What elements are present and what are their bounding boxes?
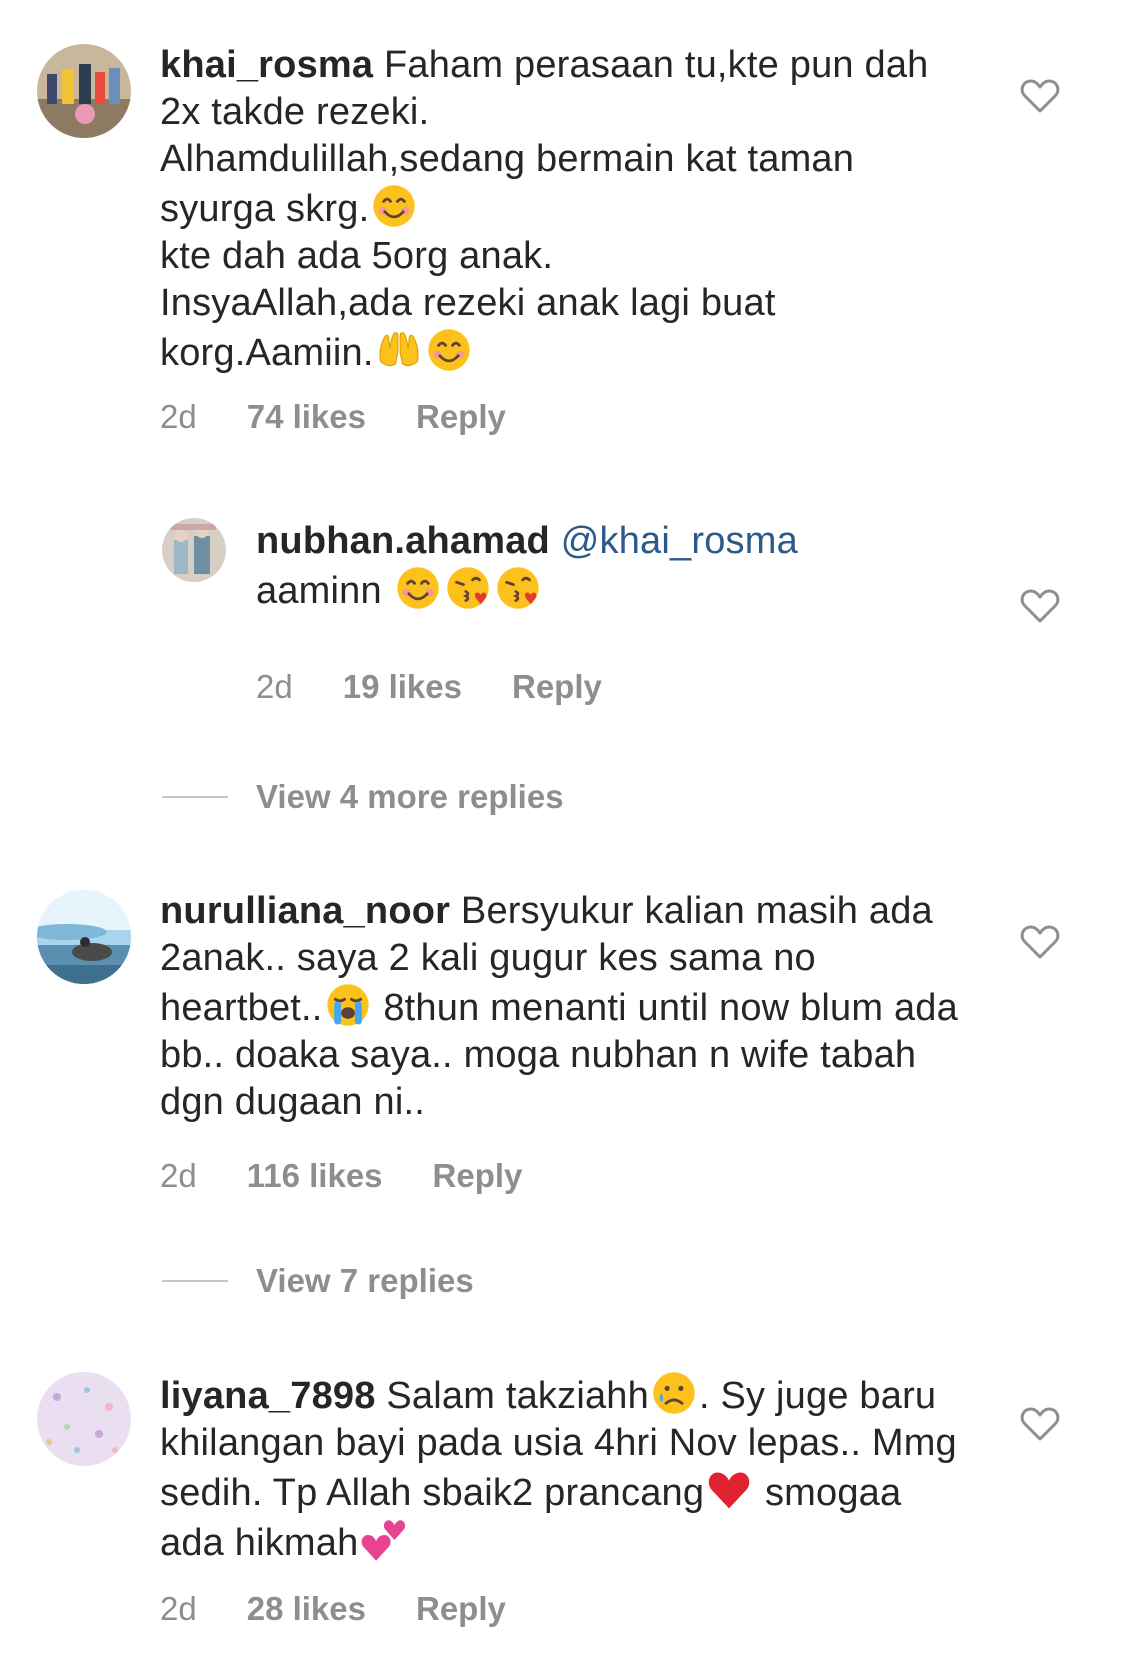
view-replies-label: View 4 more replies xyxy=(256,778,564,815)
heart-outline-icon[interactable] xyxy=(1020,1406,1060,1442)
likes-count[interactable]: 28 likes xyxy=(247,1590,366,1628)
avatar[interactable] xyxy=(37,1372,131,1466)
comment-body-continued: kte dah ada 5org anak. InsyaAllah,ada re… xyxy=(160,235,776,374)
smiling-face-emoji xyxy=(395,565,441,611)
comment-meta: 2d 19 likes Reply xyxy=(256,668,602,706)
username[interactable]: nubhan.ahamad xyxy=(256,520,550,562)
comment-text: liyana_7898 Salam takziahh. Sy juge baru… xyxy=(160,1370,960,1567)
comment-text: nurulliana_noor Bersyukur kalian masih a… xyxy=(160,888,960,1126)
crying-face-emoji xyxy=(651,1370,697,1416)
view-more-replies-button[interactable]: View 7 replies xyxy=(162,1262,474,1300)
heart-outline-icon[interactable] xyxy=(1020,78,1060,114)
comment-meta: 2d 74 likes Reply xyxy=(160,398,506,436)
reply-button[interactable]: Reply xyxy=(433,1157,523,1195)
comment-body: aaminn xyxy=(256,570,382,612)
view-replies-label: View 7 replies xyxy=(256,1262,474,1299)
avatar[interactable] xyxy=(37,890,131,984)
comment-meta: 2d 28 likes Reply xyxy=(160,1590,506,1628)
smiling-face-emoji xyxy=(371,183,417,229)
avatar[interactable] xyxy=(37,44,131,138)
username[interactable]: liyana_7898 xyxy=(160,1375,376,1417)
comment-text: nubhan.ahamad @khai_rosma aaminn xyxy=(256,518,976,615)
timestamp: 2d xyxy=(160,1590,197,1627)
likes-count[interactable]: 116 likes xyxy=(247,1157,383,1195)
comment-body: Salam takziahh xyxy=(375,1375,649,1417)
avatar[interactable] xyxy=(162,518,226,582)
comment-text: khai_rosma Faham perasaan tu,kte pun dah… xyxy=(160,42,960,377)
red-heart-emoji xyxy=(706,1467,752,1513)
likes-count[interactable]: 19 likes xyxy=(343,668,462,706)
face-blowing-kiss-emoji xyxy=(445,565,491,611)
mention-link[interactable]: @khai_rosma xyxy=(550,520,798,562)
view-more-replies-button[interactable]: View 4 more replies xyxy=(162,778,564,816)
timestamp: 2d xyxy=(160,1157,197,1194)
divider-line xyxy=(162,1280,228,1282)
username[interactable]: khai_rosma xyxy=(160,44,373,86)
reply-button[interactable]: Reply xyxy=(416,398,506,436)
username[interactable]: nurulliana_noor xyxy=(160,890,450,932)
face-blowing-kiss-emoji xyxy=(495,565,541,611)
timestamp: 2d xyxy=(160,398,197,435)
heart-outline-icon[interactable] xyxy=(1020,924,1060,960)
reply-button[interactable]: Reply xyxy=(512,668,602,706)
reply-button[interactable]: Reply xyxy=(416,1590,506,1628)
raising-hands-emoji xyxy=(376,327,422,373)
loudly-crying-face-emoji xyxy=(325,982,371,1028)
heart-outline-icon[interactable] xyxy=(1020,588,1060,624)
smiling-face-emoji xyxy=(426,327,472,373)
divider-line xyxy=(162,796,228,798)
timestamp: 2d xyxy=(256,668,293,705)
likes-count[interactable]: 74 likes xyxy=(247,398,366,436)
comment-meta: 2d 116 likes Reply xyxy=(160,1157,522,1195)
two-hearts-emoji xyxy=(360,1517,406,1563)
